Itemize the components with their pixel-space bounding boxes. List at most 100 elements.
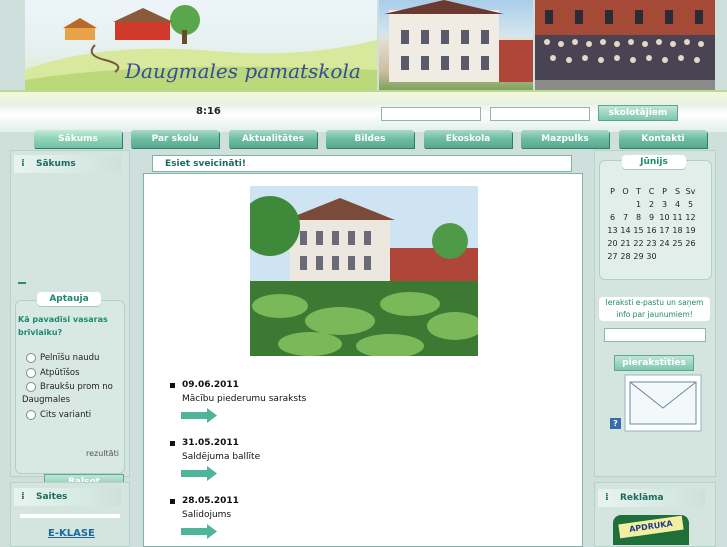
weekday-label: T [636,187,641,196]
teachers-button[interactable]: skolotājiem [598,105,678,121]
calendar-day[interactable]: 3 [658,198,671,211]
calendar-day[interactable]: 6 [606,211,619,224]
calendar-day [658,250,671,263]
poll-option-2-radio[interactable] [26,368,36,378]
weekday-label: Sv [685,187,696,196]
news-2-date: 31.05.2011 [182,438,239,448]
school-featured-photo [250,186,478,356]
weekday-label: S [674,187,681,196]
eklase-link[interactable]: E-KLASE [48,528,95,539]
nav-gallery[interactable]: Bildes [326,130,414,148]
poll-question: Kā pavadīsi vasaras brīvlaiku? [18,315,108,337]
nav-mazpulks[interactable]: Mazpulks [521,130,609,148]
nav-about[interactable]: Par skolu [131,130,219,148]
poll-option-4-radio[interactable] [26,410,36,420]
news-3-date: 28.05.2011 [182,496,239,506]
nav-home[interactable]: Sākums [34,130,122,148]
poll-option-2-label: Atpūtīšos [40,368,80,378]
logo-text: Daugmales pamatskola [124,59,361,83]
bullet-icon: ⁞ [21,491,25,502]
logo-illustration: Daugmales pamatskola [25,5,377,90]
ads-section-title: ⁞ Reklāma [598,489,705,507]
calendar-day[interactable]: 11 [671,211,684,224]
calendar-grid: P O T C P S Sv 1 2 3 4 5 6 7 8 9 10 11 12 13 14 15 16 17 18 19 20… [606,185,697,263]
news-1-date: 09.06.2011 [182,380,239,390]
calendar-day[interactable]: 2 [645,198,658,211]
calendar-day[interactable]: 28 [619,250,632,263]
calendar-day[interactable]: 27 [606,250,619,263]
news-1-read-more-arrow-icon[interactable] [181,408,217,423]
login-username-input[interactable] [381,107,481,121]
poll-option-4-label: Cits varianti [40,410,92,420]
bullet-icon: ⁞ [605,492,609,503]
newsletter-email-input[interactable] [604,328,706,342]
login-password-input[interactable] [490,107,590,121]
calendar-day[interactable]: 15 [632,224,645,237]
nav-contacts[interactable]: Kontakti [619,130,707,148]
calendar-day[interactable]: 8 [632,211,645,224]
divider [18,282,26,284]
poll-results-link[interactable]: rezultāti [86,449,119,458]
divider [20,514,120,518]
calendar-day[interactable]: 1 [632,198,645,211]
school-logo-banner[interactable]: Daugmales pamatskola [25,0,377,90]
calendar-day [606,198,619,211]
home-section-title: ⁞ Sākums [14,155,121,173]
bullet-icon: ⁞ [21,158,25,169]
envelope-icon [624,374,702,432]
calendar-day[interactable]: 30 [645,250,658,263]
school-building-photo [379,0,533,90]
calendar-day[interactable]: 17 [658,224,671,237]
news-3-read-more-arrow-icon[interactable] [181,524,217,539]
calendar-day[interactable]: 10 [658,211,671,224]
clock: 8:16 [196,106,221,117]
calendar-day[interactable]: 7 [619,211,632,224]
news-2-title[interactable]: Saldējuma ballīte [182,452,260,462]
ad-banner[interactable]: APDRUKA [613,515,689,545]
nav-ecoschool[interactable]: Ekoskola [424,130,512,148]
poll-option-1-label: Pelnīšu naudu [40,353,100,363]
weekday-label: O [622,187,629,196]
poll-option-3-label: Braukšu prom no Daugmales [22,382,113,405]
subscribe-button[interactable]: pierakstīties [614,355,694,371]
calendar-day[interactable]: 13 [606,224,619,237]
calendar-day[interactable]: 4 [671,198,684,211]
weekday-label: P [662,187,667,196]
help-icon[interactable]: ? [610,418,621,429]
welcome-heading: Esiet sveicināti! [152,155,572,172]
calendar-month: Jūnijs [622,155,686,169]
news-1-title[interactable]: Mācību piederumu saraksts [182,394,306,404]
calendar-day [619,198,632,211]
calendar-day[interactable]: 14 [619,224,632,237]
calendar-day[interactable]: 18 [671,224,684,237]
main-navigation: Sākums Par skolu Aktualitātes Bildes Eko… [0,130,727,150]
calendar-day[interactable]: 22 [632,237,645,250]
calendar-day[interactable]: 16 [645,224,658,237]
weekday-label: C [648,187,655,196]
calendar-day[interactable]: 24 [658,237,671,250]
calendar-day[interactable]: 5 [684,198,697,211]
calendar-day[interactable]: 25 [671,237,684,250]
calendar-day [684,250,697,263]
calendar-day[interactable]: 12 [684,211,697,224]
nav-news[interactable]: Aktualitātes [229,130,317,148]
news-bullet [170,441,175,446]
links-section-title: ⁞ Saites [14,488,121,506]
calendar-day[interactable]: 26 [684,237,697,250]
students-group-photo [535,0,715,90]
calendar-day[interactable]: 23 [645,237,658,250]
news-3-title[interactable]: Salidojums [182,510,231,520]
news-2-read-more-arrow-icon[interactable] [181,466,217,481]
newsletter-text: Ieraksti e-pastu un saņem info par jaunu… [599,297,710,321]
calendar-day[interactable]: 19 [684,224,697,237]
calendar-day[interactable]: 9 [645,211,658,224]
calendar-day[interactable]: 29 [632,250,645,263]
poll-title: Aptauja [37,292,101,306]
ad-text: APDRUKA [618,515,684,539]
calendar-day[interactable]: 20 [606,237,619,250]
news-bullet [170,383,175,388]
news-bullet [170,499,175,504]
poll-option-1-radio[interactable] [26,353,36,363]
calendar-day [671,250,684,263]
calendar-day[interactable]: 21 [619,237,632,250]
